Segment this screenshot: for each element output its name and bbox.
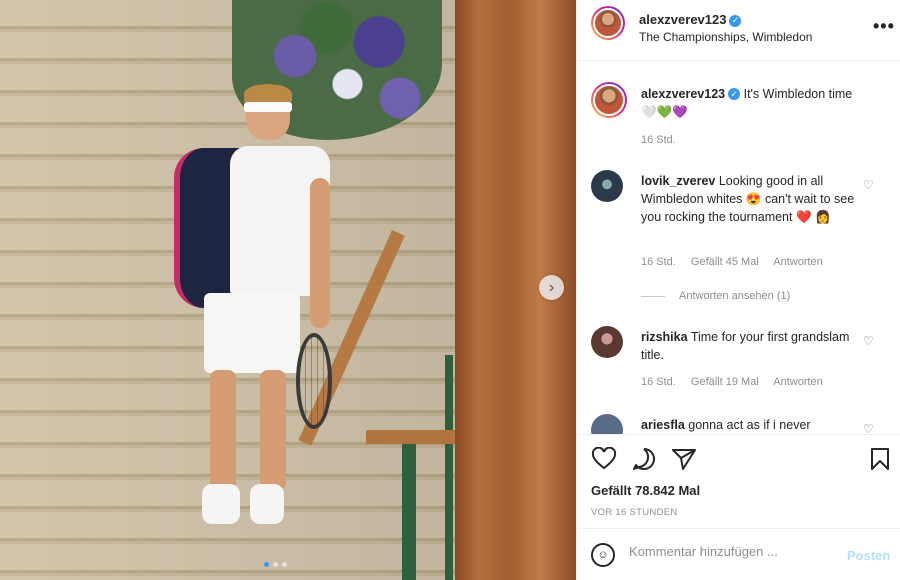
post-actions: Gefällt 78.842 Mal VOR 16 STUNDEN — [577, 434, 900, 528]
carousel-dot — [273, 562, 278, 567]
post-side-panel: alexzverev123 ✓ The Championships, Wimble… — [576, 0, 900, 580]
emoji-smiley-icon[interactable]: ☺ — [591, 543, 615, 567]
carousel-dot — [282, 562, 287, 567]
author-avatar[interactable] — [591, 6, 625, 40]
caption-time: 16 Std. — [641, 134, 676, 146]
caption-text: It's Wimbledon time — [743, 87, 853, 101]
commenter-username[interactable]: ariesfla — [641, 418, 685, 432]
comment-time: 16 Std. — [641, 256, 676, 268]
commenter-username[interactable]: lovik_zverev — [641, 174, 715, 188]
likes-count[interactable]: Gefällt 78.842 Mal — [591, 483, 700, 498]
like-comment-heart-icon[interactable]: ♡ — [863, 178, 874, 192]
view-replies-label: Antworten ansehen (1) — [679, 290, 791, 302]
view-replies-button[interactable]: Antworten ansehen (1) — [641, 290, 790, 302]
more-options-icon[interactable]: ••• — [873, 16, 895, 37]
comment-text: gonna act as if i never — [688, 418, 811, 432]
instagram-post-view: › alexzverev123 ✓ The Championships, Wimb… — [0, 0, 900, 580]
share-send-icon[interactable] — [671, 447, 697, 471]
headband — [244, 102, 292, 112]
caption-username[interactable]: alexzverev123 — [641, 87, 725, 101]
like-heart-icon[interactable] — [591, 447, 617, 471]
next-image-arrow-icon[interactable]: › — [539, 275, 564, 300]
like-comment-heart-icon[interactable]: ♡ — [863, 422, 874, 434]
post-location[interactable]: The Championships, Wimbledon — [639, 30, 812, 44]
author-username[interactable]: alexzverev123 — [639, 12, 726, 27]
verified-badge-icon: ✓ — [728, 88, 741, 100]
commenter-avatar[interactable] — [591, 326, 623, 358]
commenter-username[interactable]: rizshika — [641, 330, 688, 344]
commenter-avatar[interactable] — [591, 170, 623, 202]
comment-likes[interactable]: Gefällt 45 Mal — [691, 256, 759, 268]
tennis-racket — [296, 333, 332, 429]
add-comment-bar: ☺ Posten — [577, 528, 900, 580]
reply-button[interactable]: Antworten — [773, 256, 823, 268]
commenter-avatar[interactable] — [591, 414, 623, 434]
caption: alexzverev123 ✓ It's Wimbledon time 🤍💚💜 1… — [591, 82, 891, 162]
carousel-dots — [264, 562, 287, 567]
post-header: alexzverev123 ✓ The Championships, Wimble… — [577, 0, 900, 61]
comment-item: ariesfla gonna act as if i never ♡ — [591, 414, 891, 434]
caption-emojis: 🤍💚💜 — [641, 105, 688, 119]
tennis-player — [160, 84, 340, 538]
post-timestamp[interactable]: VOR 16 STUNDEN — [591, 507, 678, 518]
comment-bubble-icon[interactable] — [631, 447, 657, 471]
comment-item: rizshika Time for your first grandslam t… — [591, 326, 891, 396]
comments-section[interactable]: alexzverev123 ✓ It's Wimbledon time 🤍💚💜 1… — [577, 62, 900, 434]
bookmark-icon[interactable] — [869, 447, 891, 471]
post-comment-button[interactable]: Posten — [847, 548, 890, 563]
like-comment-heart-icon[interactable]: ♡ — [863, 334, 874, 348]
comment-time: 16 Std. — [641, 376, 676, 388]
comment-item: lovik_zverev Looking good in all Wimbled… — [591, 170, 891, 310]
comment-input[interactable] — [629, 544, 829, 559]
reply-button[interactable]: Antworten — [773, 376, 823, 388]
post-photo[interactable]: › — [0, 0, 576, 580]
comment-likes[interactable]: Gefällt 19 Mal — [691, 376, 759, 388]
author-avatar[interactable] — [591, 82, 627, 118]
verified-badge-icon: ✓ — [729, 14, 742, 27]
carousel-dot — [264, 562, 269, 567]
